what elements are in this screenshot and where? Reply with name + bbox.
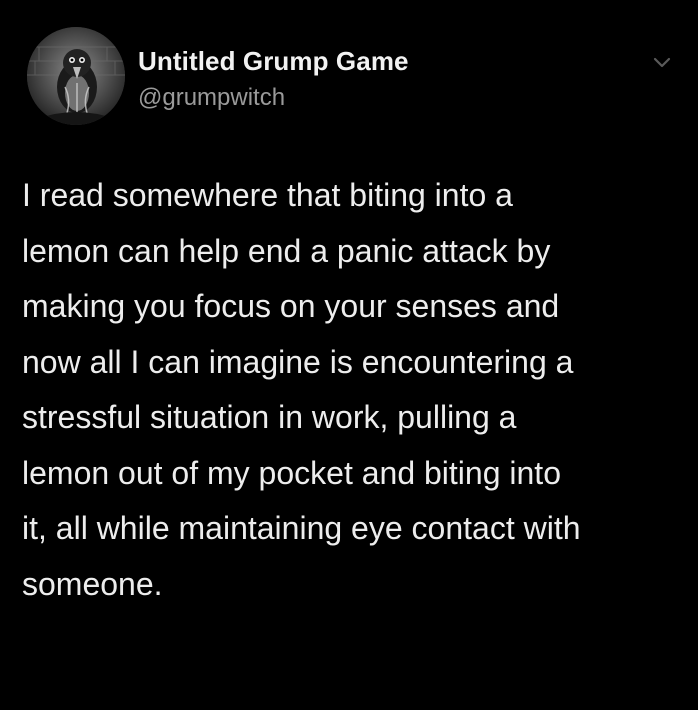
tweet-text-line: lemon can help end a panic attack by: [22, 232, 551, 269]
avatar[interactable]: [27, 27, 125, 125]
tweet-text-line: someone.: [22, 565, 163, 602]
tweet-text-line: I read somewhere that biting into a: [22, 177, 513, 213]
tweet-text-line: stressful situation in work, pulling a: [22, 399, 517, 435]
tweet-text-line: making you focus on your senses and: [22, 288, 560, 324]
tweet-text-line: it, all while maintaining eye contact wi…: [22, 510, 581, 546]
tweet-text-line: lemon out of my pocket and biting into: [22, 454, 561, 491]
user-handle[interactable]: @grumpwitch: [138, 84, 285, 112]
chevron-down-icon[interactable]: [652, 56, 672, 70]
display-name[interactable]: Untitled Grump Game: [138, 46, 409, 77]
tweet-text-line: now all I can imagine is encountering a: [22, 343, 574, 380]
tweet-text: I read somewhere that biting into a lemo…: [22, 168, 682, 612]
tweet-card: Untitled Grump Game @grumpwitch I read s…: [0, 0, 698, 710]
avatar-crow-image: [27, 27, 125, 125]
